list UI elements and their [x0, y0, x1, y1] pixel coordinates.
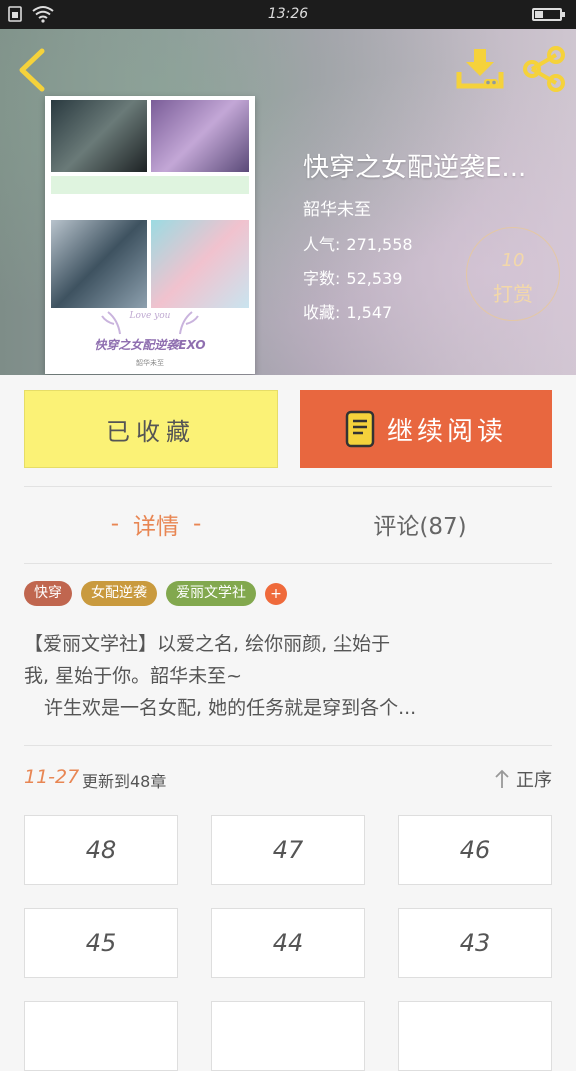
cover-photo [51, 100, 147, 172]
book-summary[interactable]: 【爱丽文学社】以爱之名, 绘你丽颜, 尘始于 我, 星始于你。韶华未至~ 许生欢… [24, 628, 552, 724]
clock: 13:26 [267, 6, 309, 22]
tag[interactable]: 爱丽文学社 [166, 581, 256, 606]
stat-label: 收藏: [303, 303, 341, 322]
tag[interactable]: 女配逆袭 [81, 581, 157, 606]
favorited-label: 已收藏 [106, 417, 196, 446]
tab-detail-label: 详情 [133, 514, 179, 540]
stat-favorites: 收藏: 1,547 [303, 299, 392, 323]
chapter-grid: 48 47 46 45 44 43 [24, 815, 552, 1071]
back-arrow-icon [19, 48, 45, 92]
chapter-button[interactable] [398, 1001, 552, 1071]
chapter-button[interactable]: 46 [398, 815, 552, 885]
tag-list: 快穿 女配逆袭 爱丽文学社 + [24, 581, 287, 606]
book-author: 韶华未至 [303, 200, 371, 220]
battery-icon [532, 8, 565, 21]
stat-label: 人气: [303, 235, 341, 254]
book-icon [345, 410, 375, 448]
antler-decoration-icon: Love you [101, 311, 199, 335]
book-title: 快穿之女配逆袭E... [303, 153, 527, 183]
cover-photo [51, 220, 147, 308]
tab-comments[interactable]: 评论(87) [288, 494, 552, 554]
stat-value: 271,558 [346, 235, 413, 254]
status-bar: 13:26 [0, 0, 576, 29]
cover-decoration [51, 176, 249, 194]
reward-label: 打赏 [493, 282, 533, 306]
sort-order-label: 正序 [516, 770, 552, 791]
update-text: 更新到48章 [82, 772, 167, 791]
stat-words: 字数: 52,539 [303, 265, 402, 289]
stat-label: 字数: [303, 269, 341, 288]
book-cover[interactable]: Love you 快穿之女配逆袭EXO 韶华未至 [45, 96, 255, 374]
download-button[interactable] [456, 46, 504, 92]
stat-value: 52,539 [346, 269, 403, 288]
tag[interactable]: 快穿 [24, 581, 72, 606]
back-button[interactable] [12, 47, 52, 93]
update-info: 11-27 更新到48章 正序 [24, 764, 552, 794]
download-icon [456, 49, 504, 89]
arrow-up-icon [495, 769, 509, 788]
reward-count: 10 [501, 250, 525, 271]
divider [24, 745, 552, 746]
chapter-button[interactable]: 43 [398, 908, 552, 978]
share-icon [523, 46, 565, 92]
chapter-button[interactable]: 44 [211, 908, 365, 978]
share-button[interactable] [520, 46, 568, 92]
cover-photo [151, 100, 249, 172]
update-date: 11-27 [24, 766, 80, 788]
tab-comments-label: 评论(87) [373, 514, 467, 540]
sort-order-button[interactable]: 正序 [494, 766, 552, 792]
reward-button[interactable]: 10 打赏 [466, 227, 560, 321]
chapter-button[interactable] [211, 1001, 365, 1071]
cover-author: 韶华未至 [136, 359, 164, 367]
cover-overlay-text: Love you [129, 311, 171, 321]
summary-line: 许生欢是一名女配, 她的任务就是穿到各个... [44, 697, 417, 719]
continue-reading-label: 继续阅读 [386, 416, 507, 447]
divider [24, 563, 552, 564]
continue-reading-button[interactable]: 继续阅读 [300, 390, 552, 468]
divider [24, 486, 552, 487]
chapter-button[interactable]: 48 [24, 815, 178, 885]
chapter-button[interactable]: 47 [211, 815, 365, 885]
tab-active-dash: - [193, 511, 202, 537]
stat-popularity: 人气: 271,558 [303, 231, 413, 255]
add-tag-button[interactable]: + [265, 582, 287, 605]
cover-photo [151, 220, 249, 308]
chapter-button[interactable] [24, 1001, 178, 1071]
summary-line: 【爱丽文学社】以爱之名, 绘你丽颜, 尘始于 [24, 633, 391, 655]
tab-active-dash: - [110, 511, 119, 537]
chapter-button[interactable]: 45 [24, 908, 178, 978]
stat-value: 1,547 [346, 303, 393, 322]
favorited-button[interactable]: 已收藏 [24, 390, 278, 468]
book-header: Love you 快穿之女配逆袭EXO 韶华未至 快穿之女配逆袭E... 韶华未… [0, 29, 576, 375]
summary-line: 我, 星始于你。韶华未至~ [24, 665, 242, 687]
cover-title: 快穿之女配逆袭EXO [94, 338, 206, 352]
tab-detail[interactable]: - 详情 - [24, 494, 288, 554]
